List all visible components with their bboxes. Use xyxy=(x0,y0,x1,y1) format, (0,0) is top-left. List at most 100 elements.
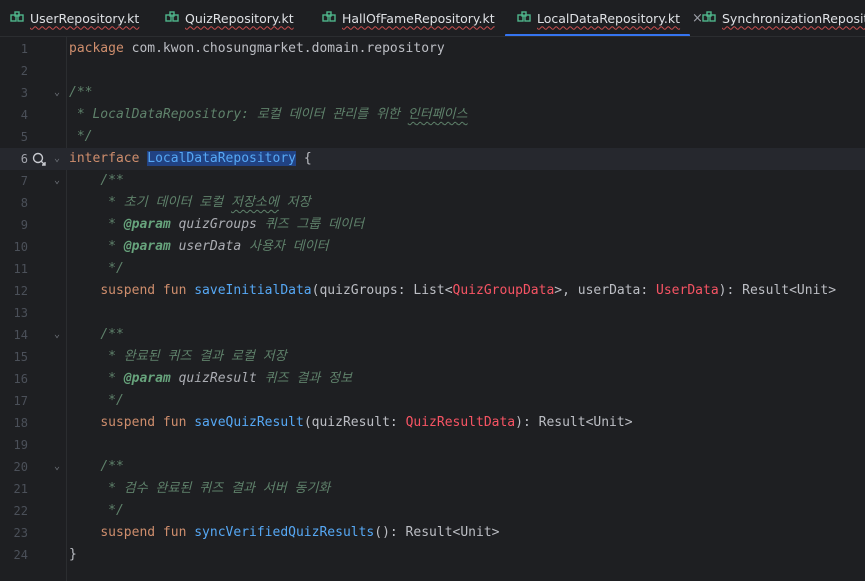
line-number: 15 xyxy=(13,350,28,364)
code-text: */ xyxy=(69,500,124,522)
code-text: suspend fun saveQuizResult(quizResult: Q… xyxy=(69,412,632,434)
code-line[interactable]: 2 xyxy=(0,60,865,82)
kotlin-file-icon xyxy=(702,11,716,22)
code-token: */ xyxy=(69,261,124,276)
fold-chevron-icon[interactable]: ⌄ xyxy=(52,170,62,192)
code-token: quizGroups xyxy=(170,217,257,232)
code-token: * 초기 데이터 로컬 xyxy=(69,195,231,210)
code-text: /** xyxy=(69,456,124,478)
code-token: 사용자 데이터 xyxy=(241,239,329,254)
line-number: 4 xyxy=(20,108,28,122)
kotlin-file-icon xyxy=(165,11,179,22)
code-line[interactable]: 7 ⌄ /** xyxy=(0,170,865,192)
line-number: 14 xyxy=(13,328,28,342)
tab-hall-of-fame-repository[interactable]: HallOfFameRepository.kt xyxy=(322,0,495,36)
code-token: @param xyxy=(123,371,171,386)
code-token: */ xyxy=(69,503,124,518)
code-token: ): Result<Unit> xyxy=(718,283,837,298)
tab-label: UserRepository.kt xyxy=(30,10,140,26)
code-token: suspend fun xyxy=(100,525,187,540)
code-text: /** xyxy=(69,170,124,192)
code-line[interactable]: 13 xyxy=(0,302,865,324)
code-token: (quizGroups: List< xyxy=(311,283,453,298)
line-number: 18 xyxy=(13,416,28,430)
code-line[interactable]: 16 * @param quizResult 퀴즈 결과 정보 xyxy=(0,368,865,390)
code-text: * 초기 데이터 로컬 저장소에 저장 xyxy=(69,192,311,214)
code-token: /** xyxy=(100,459,124,474)
code-line[interactable]: 10 * @param userData 사용자 데이터 xyxy=(0,236,865,258)
code-line[interactable]: 8 * 초기 데이터 로컬 저장소에 저장 xyxy=(0,192,865,214)
code-token: saveInitialData xyxy=(194,283,312,298)
code-line[interactable]: 3 ⌄ /** xyxy=(0,82,865,104)
code-line[interactable]: 22 */ xyxy=(0,500,865,522)
code-line[interactable]: 20 ⌄ /** xyxy=(0,456,865,478)
implemented-interface-icon[interactable] xyxy=(32,152,47,166)
fold-chevron-icon[interactable]: ⌄ xyxy=(52,456,62,478)
code-token: quizResult xyxy=(170,371,257,386)
code-line[interactable]: 15 * 완료된 퀴즈 결과 로컬 저장 xyxy=(0,346,865,368)
code-line[interactable]: 21 * 검수 완료된 퀴즈 결과 서버 동기화 xyxy=(0,478,865,500)
code-token: } xyxy=(69,547,77,562)
tab-label: SynchronizationRepository xyxy=(722,10,865,26)
line-number: 6 xyxy=(20,152,28,166)
code-token: /** xyxy=(100,173,124,188)
line-number: 20 xyxy=(13,460,28,474)
code-text: } xyxy=(69,544,77,566)
ide-window: UserRepository.kt QuizRepository.kt Hall… xyxy=(0,0,865,581)
code-token: /** xyxy=(69,85,93,100)
line-number: 22 xyxy=(13,504,28,518)
fold-chevron-icon[interactable]: ⌄ xyxy=(52,148,62,170)
code-token: 저장소에 xyxy=(231,195,279,210)
code-editor[interactable]: 1 package com.kwon.chosungmarket.domain.r… xyxy=(0,37,865,581)
code-line[interactable]: 9 * @param quizGroups 퀴즈 그룹 데이터 xyxy=(0,214,865,236)
code-line[interactable]: 12 suspend fun saveInitialData(quizGroup… xyxy=(0,280,865,302)
code-token: QuizResultData xyxy=(405,415,516,430)
line-number: 13 xyxy=(13,306,28,320)
code-token: 퀴즈 그룹 데이터 xyxy=(256,217,365,232)
code-text: suspend fun syncVerifiedQuizResults(): R… xyxy=(69,522,499,544)
code-token: @param xyxy=(123,217,171,232)
code-line[interactable]: 23 suspend fun syncVerifiedQuizResults()… xyxy=(0,522,865,544)
code-token: /** xyxy=(100,327,124,342)
code-line[interactable]: 5 */ xyxy=(0,126,865,148)
code-token: >, userData: xyxy=(554,283,657,298)
code-line[interactable]: 4 * LocalDataRepository: 로컬 데이터 관리를 위한 인… xyxy=(0,104,865,126)
code-line[interactable]: 14 ⌄ /** xyxy=(0,324,865,346)
code-text: * @param quizGroups 퀴즈 그룹 데이터 xyxy=(69,214,364,236)
line-number: 7 xyxy=(20,174,28,188)
code-token: LocalDataRepository xyxy=(147,151,296,166)
tab-local-data-repository[interactable]: LocalDataRepository.kt × xyxy=(505,0,703,36)
code-token: (quizResult: xyxy=(303,415,406,430)
line-number: 21 xyxy=(13,482,28,496)
line-number: 1 xyxy=(20,42,28,56)
code-text: */ xyxy=(69,126,93,148)
code-token: package xyxy=(69,41,124,56)
code-token: interface xyxy=(69,151,140,166)
line-number: 5 xyxy=(20,130,28,144)
code-line[interactable]: 6 ⌄ interface LocalDataRepository { xyxy=(0,148,865,170)
code-token: 저장 xyxy=(278,195,311,210)
code-line[interactable]: 17 */ xyxy=(0,390,865,412)
code-line[interactable]: 24} xyxy=(0,544,865,566)
line-number: 9 xyxy=(20,218,28,232)
tab-quiz-repository[interactable]: QuizRepository.kt xyxy=(165,0,294,36)
code-token: suspend fun xyxy=(100,283,187,298)
code-text: package com.kwon.chosungmarket.domain.re… xyxy=(69,38,445,60)
code-line[interactable]: 11 */ xyxy=(0,258,865,280)
line-number: 11 xyxy=(13,262,28,276)
tab-synchronization-repository[interactable]: SynchronizationRepository xyxy=(702,0,865,36)
fold-chevron-icon[interactable]: ⌄ xyxy=(52,324,62,346)
code-line[interactable]: 19 xyxy=(0,434,865,456)
line-number: 2 xyxy=(20,64,28,78)
line-number: 10 xyxy=(13,240,28,254)
code-token: 퀴즈 결과 정보 xyxy=(256,371,353,386)
code-text: suspend fun saveInitialData(quizGroups: … xyxy=(69,280,836,302)
tab-user-repository[interactable]: UserRepository.kt xyxy=(10,0,139,36)
line-number: 17 xyxy=(13,394,28,408)
fold-chevron-icon[interactable]: ⌄ xyxy=(52,82,62,104)
code-token: suspend fun xyxy=(100,415,187,430)
code-line[interactable]: 18 suspend fun saveQuizResult(quizResult… xyxy=(0,412,865,434)
code-line[interactable]: 1 package com.kwon.chosungmarket.domain.r… xyxy=(0,38,865,60)
